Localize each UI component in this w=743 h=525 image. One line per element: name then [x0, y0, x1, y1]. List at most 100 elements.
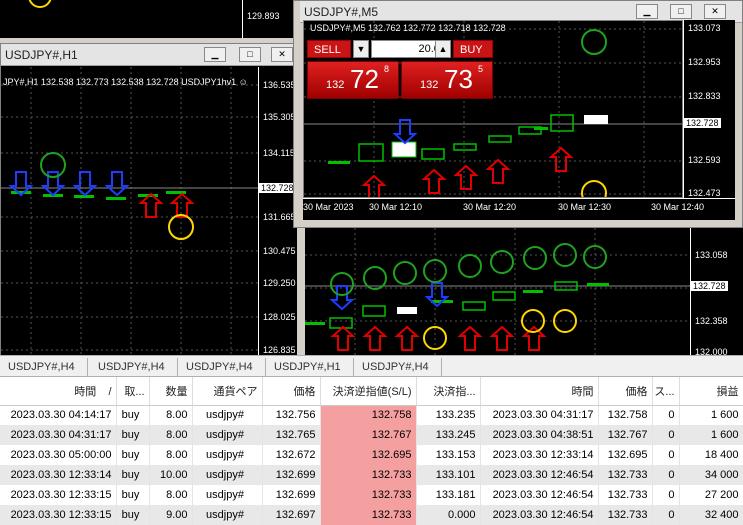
minimize-button[interactable]: ▁ [636, 4, 658, 19]
table-cell: 27 200 [679, 485, 743, 505]
time-label: 30 Mar 12:20 [463, 202, 517, 212]
price-axis: 133.058 132.728 132.358 132.000 [690, 228, 743, 357]
chart-tabs: USDJPY#,H4 USDJPY#,H4 USDJPY#,H4 USDJPY#… [0, 355, 743, 377]
plot-area[interactable]: JPY#,H1 132.538 132.773 132.538 132.728 … [1, 67, 258, 356]
table-cell: 10.00 [149, 465, 193, 485]
table-cell: 132.699 [262, 485, 321, 505]
table-cell: 2023.03.30 04:14:17 [0, 405, 117, 425]
sell-price-pips: 72 [350, 64, 379, 94]
buy-button[interactable]: BUY [453, 40, 493, 58]
table-cell: 2023.03.30 04:31:17 [0, 425, 117, 445]
table-cell: 132.695 [320, 445, 417, 465]
minimize-button[interactable]: ▁ [204, 47, 226, 62]
table-cell: 2023.03.30 12:46:54 [480, 505, 599, 525]
tab-chart[interactable]: USDJPY#,H4 [178, 358, 266, 376]
top-left-chart[interactable]: 129.893 [0, 0, 295, 38]
lot-decrease-button[interactable]: ▼ [353, 40, 369, 58]
time-label: 30 Mar 12:40 [651, 202, 705, 212]
price-tick: 132.953 [688, 57, 721, 67]
sell-button[interactable]: SELL [307, 40, 351, 58]
tab-chart[interactable]: USDJPY#,H4 [0, 358, 88, 376]
table-row[interactable]: 2023.03.30 04:31:17 buy 8.00 usdjpy# 132.765… [0, 425, 743, 445]
price-tick: 133.073 [688, 23, 721, 33]
table-cell: 132.695 [598, 445, 653, 465]
price-tick: 132.473 [688, 188, 721, 198]
table-cell: 132.733 [598, 485, 653, 505]
table-row[interactable]: 2023.03.30 05:00:00 buy 8.00 usdjpy# 132.672… [0, 445, 743, 465]
current-price: 132.728 [691, 281, 728, 291]
table-row[interactable]: 2023.03.30 04:14:17 buy 8.00 usdjpy# 132.756… [0, 405, 743, 425]
time-axis: 30 Mar 2023 30 Mar 12:10 30 Mar 12:20 30… [303, 198, 735, 220]
table-cell: 2023.03.30 05:00:00 [0, 445, 117, 465]
price-tick: 130.475 [263, 246, 296, 256]
table-row[interactable]: 2023.03.30 12:33:15 buy 8.00 usdjpy# 132.699… [0, 485, 743, 505]
table-cell: 132.733 [320, 485, 417, 505]
current-price: 132.728 [259, 183, 296, 193]
tab-chart[interactable]: USDJPY#,H4 [90, 358, 178, 376]
table-cell: 2023.03.30 12:33:14 [0, 465, 117, 485]
price-tick: 134.115 [263, 148, 295, 158]
table-cell: 0 [652, 465, 680, 485]
close-button[interactable]: ✕ [271, 47, 293, 62]
maximize-button[interactable]: □ [670, 4, 692, 19]
column-header-tp[interactable]: 決済指... [416, 377, 481, 406]
sell-price-button[interactable]: 132 72 8 [307, 61, 399, 99]
buy-price-prefix: 132 [420, 79, 439, 91]
table-cell: 132.697 [262, 505, 321, 525]
chart-window-h1[interactable]: USDJPY#,H1 ▁ □ ✕ JPY#,H1 132.538 132.773… [0, 43, 297, 356]
buy-price-fraction: 5 [478, 64, 484, 74]
price-tick: 135.305 [263, 112, 296, 122]
top-left-plot [28, 0, 52, 8]
table-cell: usdjpy# [192, 405, 263, 425]
sort-indicator: / [108, 385, 112, 398]
price-tick: 132.833 [688, 91, 721, 101]
column-header-profit[interactable]: 損益 [679, 377, 743, 406]
table-header: 時間 / 取... 数量 通貨ペア 価格 決済逆指値(S/L) 決済指... 時… [0, 377, 743, 406]
tab-chart[interactable]: USDJPY#,H1 [266, 358, 354, 376]
table-cell: 0.000 [416, 505, 481, 525]
column-header-type[interactable]: 取... [116, 377, 150, 406]
table-cell: 132.733 [320, 505, 417, 525]
column-header-sl[interactable]: 決済逆指値(S/L) [320, 377, 417, 406]
trade-history-table: 時間 / 取... 数量 通貨ペア 価格 決済逆指値(S/L) 決済指... 時… [0, 377, 743, 525]
table-row[interactable]: 2023.03.30 12:33:14 buy 10.00 usdjpy# 132.69… [0, 465, 743, 485]
column-header-close-time[interactable]: 時間 [480, 377, 599, 406]
table-cell: 2023.03.30 12:46:54 [480, 465, 599, 485]
table-cell: 132.767 [320, 425, 417, 445]
column-header-time[interactable]: 時間 / [0, 377, 117, 406]
table-cell: 133.181 [416, 485, 481, 505]
column-header-close-price[interactable]: 価格 [598, 377, 653, 406]
price-tick: 133.058 [695, 250, 728, 260]
chart-window-m5[interactable]: USDJPY#,M5 ▁ □ ✕ USDJPY#,M5 132.762 132.… [293, 0, 743, 228]
price-tick: 132.593 [688, 155, 721, 165]
sell-price-fraction: 8 [384, 64, 390, 74]
price-tick: 126.835 [263, 345, 296, 355]
column-header-volume[interactable]: 数量 [149, 377, 193, 406]
price-tick: 131.665 [263, 212, 296, 222]
chart-window-bottom[interactable]: 133.058 132.728 132.358 132.000 [305, 228, 743, 357]
table-cell: 133.245 [416, 425, 481, 445]
table-cell: 0 [652, 505, 680, 525]
column-header-symbol[interactable]: 通貨ペア [192, 377, 263, 406]
column-header-swap[interactable]: ス... [652, 377, 680, 406]
table-cell: 132.765 [262, 425, 321, 445]
table-cell: 1 600 [679, 425, 743, 445]
sell-price-prefix: 132 [326, 79, 345, 91]
table-cell: buy [116, 465, 150, 485]
table-cell: 0 [652, 405, 680, 425]
table-cell: 8.00 [149, 405, 193, 425]
lot-increase-button[interactable]: ▲ [435, 40, 451, 58]
column-header-price[interactable]: 価格 [262, 377, 321, 406]
table-cell: buy [116, 485, 150, 505]
current-price: 132.728 [684, 118, 721, 128]
table-cell: buy [116, 505, 150, 525]
close-button[interactable]: ✕ [704, 4, 726, 19]
buy-price-button[interactable]: 132 73 5 [401, 61, 493, 99]
maximize-button[interactable]: □ [239, 47, 261, 62]
tab-chart[interactable]: USDJPY#,H4 [354, 358, 442, 376]
table-cell: 18 400 [679, 445, 743, 465]
table-cell: 2023.03.30 12:46:54 [480, 485, 599, 505]
table-row[interactable]: 2023.03.30 12:33:15 buy 9.00 usdjpy# 132.697… [0, 505, 743, 525]
table-cell: usdjpy# [192, 445, 263, 465]
table-cell: 132.756 [262, 405, 321, 425]
